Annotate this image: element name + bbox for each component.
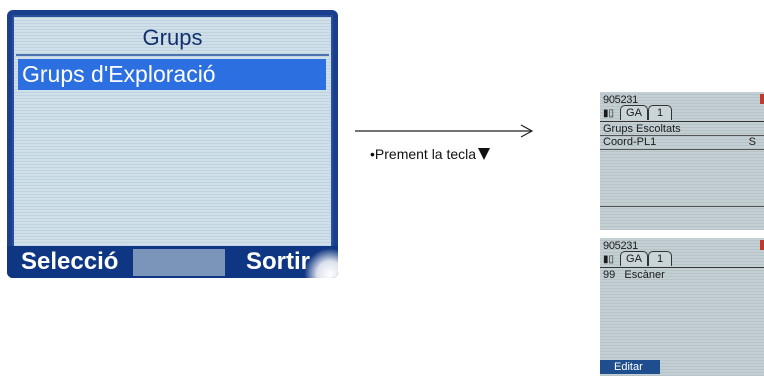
divider xyxy=(600,206,764,207)
tab-ga[interactable]: GA xyxy=(620,251,648,266)
handset-screen-groups: Grups Grups d'Exploració Selecció Sortir xyxy=(7,10,338,278)
group-status: S xyxy=(748,136,756,148)
tab-1[interactable]: 1 xyxy=(648,105,672,120)
list-item[interactable]: Coord-PL1 S xyxy=(600,136,764,149)
down-key-icon xyxy=(478,148,491,160)
divider xyxy=(600,149,764,150)
instruction-caption: •Prement la tecla xyxy=(370,146,491,162)
group-name: Coord-PL1 xyxy=(603,136,657,148)
instruction-text: •Prement la tecla xyxy=(370,146,477,162)
item-label: Escàner xyxy=(624,269,665,281)
tab-underline xyxy=(600,121,764,122)
screen-title: Grups xyxy=(142,25,203,50)
battery-icon xyxy=(760,94,764,104)
softkey-sortir[interactable]: Sortir xyxy=(246,246,310,278)
signal-icon: ▮▯ xyxy=(603,108,615,119)
softkey-middle-blank xyxy=(133,249,225,276)
softkey-editar[interactable]: Editar xyxy=(600,360,660,374)
lcd-display: Grups Grups d'Exploració xyxy=(12,15,333,248)
list-item[interactable]: 99 Escàner xyxy=(603,269,665,281)
tab-ga[interactable]: GA xyxy=(620,105,648,120)
handset-screen-listened-groups: 905231 ▮▯ GA 1 Grups Escoltats Coord-PL1… xyxy=(600,92,764,230)
right-arrow-icon xyxy=(355,124,534,138)
softkey-seleccio[interactable]: Selecció xyxy=(21,246,118,278)
tab-underline xyxy=(600,267,764,268)
title-divider xyxy=(16,54,329,56)
list-header: Grups Escoltats xyxy=(603,123,681,135)
tab-1[interactable]: 1 xyxy=(648,251,672,266)
handset-screen-scanner: 905231 ▮▯ GA 1 99 Escàner Editar xyxy=(600,238,764,376)
menu-item-grups-exploracio[interactable]: Grups d'Exploració xyxy=(18,59,326,90)
screen-glare xyxy=(304,248,338,278)
battery-icon xyxy=(760,240,764,250)
signal-icon: ▮▯ xyxy=(603,254,615,265)
item-number: 99 xyxy=(603,269,616,281)
softkey-bar: Selecció Sortir xyxy=(7,246,338,278)
